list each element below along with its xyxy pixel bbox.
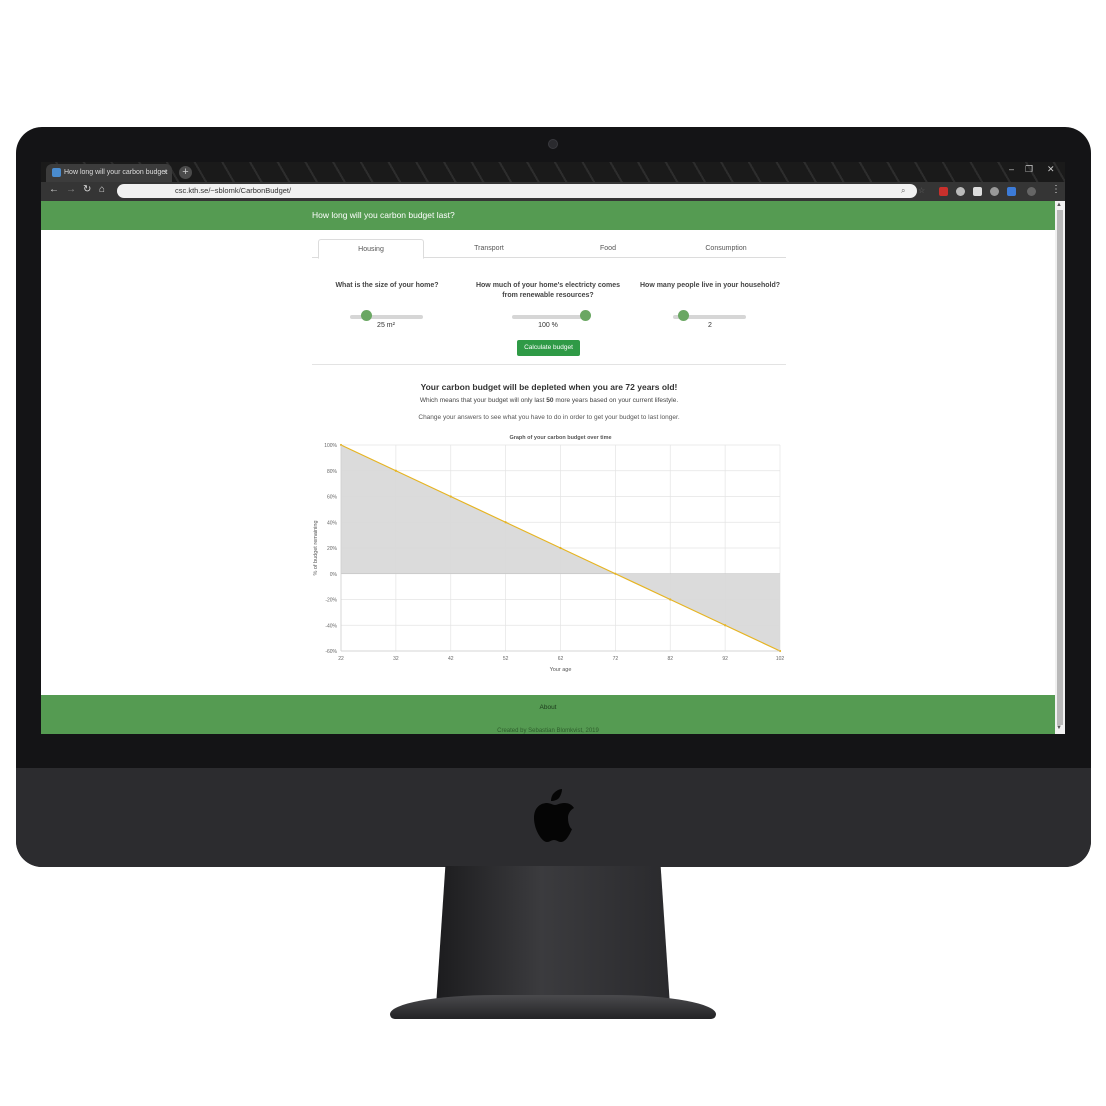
subline-prefix: Which means that your budget will only l…: [419, 397, 547, 404]
y-tick-label: 40%: [327, 520, 338, 526]
close-tab-icon[interactable]: ×: [163, 164, 168, 182]
depletion-age: 72: [625, 382, 635, 392]
page-content: How long will you carbon budget last? Ho…: [41, 201, 1055, 734]
page-header: How long will you carbon budget last?: [41, 201, 1055, 230]
scrollbar-thumb[interactable]: [1057, 210, 1063, 725]
question-home-size: What is the size of your home?: [335, 282, 439, 289]
tab-transport[interactable]: Transport: [436, 239, 542, 258]
restore-icon[interactable]: ❐: [1025, 164, 1033, 175]
renewable-slider-handle[interactable]: [579, 310, 591, 321]
years-remaining: 50: [546, 397, 554, 404]
close-window-icon[interactable]: ✕: [1047, 164, 1055, 175]
y-tick-label: 60%: [327, 495, 338, 501]
household-slider-handle[interactable]: [678, 310, 690, 321]
result-hint: Change your answers to see what you have…: [418, 414, 680, 421]
apple-logo-icon: [534, 789, 574, 842]
monitor-foot: [390, 995, 716, 1019]
x-tick-label: 92: [722, 656, 728, 662]
result-headline: Your carbon budget will be depleted when…: [312, 382, 786, 392]
tab-food[interactable]: Food: [555, 239, 661, 258]
renewable-value: 100 %: [538, 322, 558, 329]
extension-icon[interactable]: [939, 187, 948, 196]
x-tick-label: 102: [776, 656, 785, 662]
monitor-stand: [436, 866, 670, 1006]
x-tick-label: 32: [393, 656, 399, 662]
scroll-up-icon[interactable]: ▲: [1056, 202, 1062, 208]
browser-tab-title: How long will your carbon budget: [64, 169, 168, 176]
y-tick-label: -60%: [325, 649, 337, 655]
home-size-slider-handle[interactable]: [360, 310, 372, 321]
result-subline: Which means that your budget will only l…: [312, 397, 786, 404]
camera: [548, 139, 558, 149]
extension-icon[interactable]: [990, 187, 999, 196]
renewable-slider[interactable]: [512, 315, 585, 319]
section-divider: [312, 364, 786, 365]
x-tick-label: 42: [448, 656, 454, 662]
x-tick-label: 72: [613, 656, 619, 662]
y-tick-label: -40%: [325, 623, 337, 629]
page-title: How long will you carbon budget last?: [312, 210, 455, 220]
data-point: [614, 572, 617, 575]
x-tick-label: 22: [338, 656, 344, 662]
browser-toolbar: ← → ↻ ⌂ csc.kth.se/~sblomk/CarbonBudget/…: [41, 182, 1065, 201]
question-renewable-electricity: How much of your home's electricty comes…: [475, 282, 621, 299]
y-tick-label: -20%: [325, 598, 337, 604]
y-tick-label: 20%: [327, 546, 338, 552]
address-bar[interactable]: csc.kth.se/~sblomk/CarbonBudget/ ⌕ ☆: [117, 184, 925, 198]
y-tick-label: 80%: [327, 469, 338, 475]
data-point: [394, 469, 397, 472]
zoom-icon[interactable]: ⌕: [901, 184, 905, 198]
data-point: [669, 598, 672, 601]
scrollbar[interactable]: ▲ ▼: [1055, 201, 1065, 734]
profile-icon[interactable]: [1027, 187, 1036, 196]
x-tick-label: 82: [667, 656, 673, 662]
page-footer: About Created by Sebastian Blomkvist, 20…: [41, 695, 1055, 734]
extension-icon[interactable]: [973, 187, 982, 196]
x-axis-label: Your age: [550, 667, 572, 673]
y-tick-label: 0%: [330, 572, 338, 578]
category-tabs: Housing Transport Food Consumption: [312, 239, 786, 259]
data-point: [559, 546, 562, 550]
scroll-down-icon[interactable]: ▼: [1056, 725, 1062, 731]
household-value: 2: [708, 322, 712, 329]
browser-tab-strip: How long will your carbon budget × + – ❐…: [41, 162, 1065, 182]
y-tick-label: 100%: [324, 443, 337, 449]
bookmark-star-icon[interactable]: ☆: [918, 184, 925, 198]
question-household-size: How many people live in your household?: [639, 282, 781, 289]
calculate-budget-button[interactable]: Calculate budget: [517, 340, 580, 356]
tab-housing[interactable]: Housing: [318, 239, 424, 259]
forward-icon[interactable]: →: [66, 184, 76, 195]
minimize-icon[interactable]: –: [1009, 164, 1014, 174]
chart-title: Graph of your carbon budget over time: [509, 435, 611, 441]
data-point: [449, 495, 452, 498]
home-size-value: 25 m²: [377, 322, 395, 329]
about-link[interactable]: About: [41, 704, 1055, 711]
new-tab-button[interactable]: +: [179, 166, 192, 179]
x-tick-label: 52: [503, 656, 509, 662]
back-icon[interactable]: ←: [49, 184, 59, 195]
footer-credit: Created by Sebastian Blomkvist, 2019: [497, 728, 599, 734]
menu-icon[interactable]: ⋮: [1051, 184, 1061, 195]
screen: How long will your carbon budget × + – ❐…: [41, 162, 1065, 734]
subline-suffix: more years based on your current lifesty…: [553, 397, 679, 404]
tab-consumption[interactable]: Consumption: [673, 239, 779, 258]
favicon-icon: [52, 168, 61, 177]
extension-icon[interactable]: [1007, 187, 1016, 196]
url-text: csc.kth.se/~sblomk/CarbonBudget/: [175, 186, 292, 195]
data-point: [724, 624, 727, 627]
home-icon[interactable]: ⌂: [99, 184, 105, 195]
reload-icon[interactable]: ↻: [83, 184, 91, 195]
x-tick-label: 62: [558, 656, 564, 662]
result-suffix: years old!: [634, 382, 678, 392]
y-axis-label: % of budget remaining: [313, 520, 319, 575]
data-point: [504, 521, 507, 524]
browser-tab[interactable]: How long will your carbon budget ×: [46, 164, 172, 182]
extension-icon[interactable]: [956, 187, 965, 196]
result-prefix: Your carbon budget will be depleted when…: [420, 382, 626, 392]
budget-chart: 100% 80% 60% 40% 20% 0% -20% -40% -60%22 32 42 52 62…: [313, 435, 785, 673]
